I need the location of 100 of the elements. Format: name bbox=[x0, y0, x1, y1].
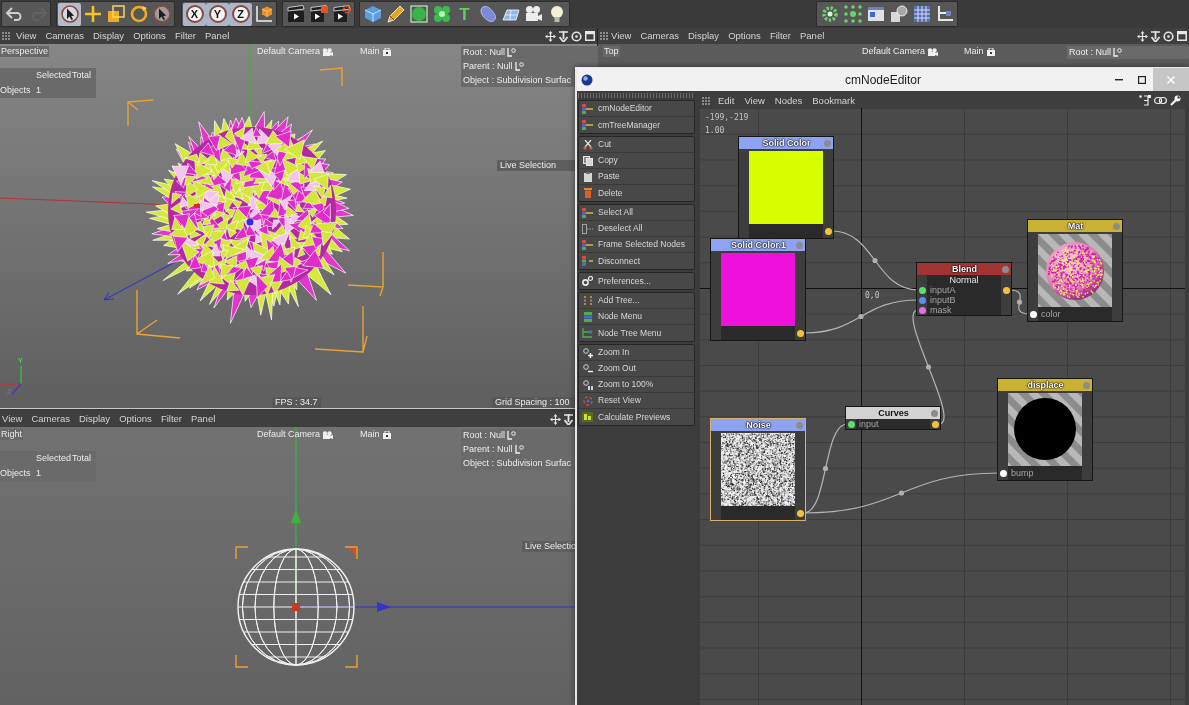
snap-button[interactable] bbox=[841, 2, 864, 26]
rotate-icon[interactable] bbox=[571, 30, 582, 42]
menu-item[interactable]: Display bbox=[78, 414, 111, 424]
sidebar-button[interactable]: Delete bbox=[579, 185, 694, 201]
axis-lock-button[interactable]: Y bbox=[206, 2, 229, 26]
camera-icon bbox=[322, 47, 334, 56]
input-port-icon[interactable] bbox=[999, 469, 1007, 477]
sidebar-button[interactable]: Deselect All bbox=[579, 221, 694, 237]
sidebar-button[interactable]: Cut bbox=[579, 137, 694, 153]
input-port-icon[interactable] bbox=[918, 306, 926, 314]
null-object-icon bbox=[1113, 48, 1123, 57]
output-port-icon[interactable] bbox=[824, 227, 832, 235]
axis-lock-button[interactable]: X bbox=[183, 2, 206, 26]
menu-item[interactable]: Panel bbox=[205, 31, 230, 41]
input-port-icon[interactable] bbox=[847, 420, 855, 428]
zoom-in-icon bbox=[582, 347, 593, 358]
arrow-down-icon[interactable] bbox=[559, 30, 568, 42]
input-port-icon[interactable] bbox=[1029, 310, 1037, 318]
arrow-down-icon[interactable] bbox=[564, 413, 573, 425]
sidebar-button[interactable]: Zoom to 100% bbox=[579, 377, 694, 393]
sidebar-button[interactable]: Zoom In bbox=[579, 345, 694, 361]
sidebar-button[interactable]: cmNodeEditor bbox=[579, 101, 694, 117]
sidebar-button[interactable]: Disconnect bbox=[579, 253, 694, 269]
menu-item[interactable]: View bbox=[2, 414, 23, 424]
sidebar-button[interactable]: Reset View bbox=[579, 393, 694, 409]
cluster-icon bbox=[432, 5, 451, 23]
menu-item[interactable]: Display bbox=[687, 31, 720, 41]
arrow-down-icon[interactable] bbox=[1151, 30, 1160, 42]
sidebar-button[interactable]: cmTreeManager bbox=[579, 117, 694, 133]
node-card[interactable]: Blend Normal inputA inputB mask bbox=[916, 262, 1012, 316]
node-card[interactable]: Mat color bbox=[1027, 219, 1123, 322]
zoom-out-icon bbox=[582, 363, 593, 374]
text-object-button[interactable]: T bbox=[453, 2, 476, 26]
selection-tool-button[interactable] bbox=[58, 2, 81, 26]
output-port-icon[interactable] bbox=[1002, 286, 1010, 294]
output-port-icon[interactable] bbox=[931, 420, 939, 428]
menu-item[interactable]: Options bbox=[728, 31, 761, 41]
link-icon[interactable] bbox=[1154, 96, 1167, 105]
menu-item[interactable]: Display bbox=[92, 31, 125, 41]
hierarchy-icon[interactable] bbox=[1139, 95, 1151, 106]
port-label: inputA bbox=[929, 285, 956, 295]
menu-item[interactable]: Nodes bbox=[774, 95, 803, 106]
sidebar-button[interactable]: Calculate Previews bbox=[579, 409, 694, 425]
origin-label: 0,0 bbox=[865, 292, 880, 300]
node-card[interactable]: displace bump bbox=[997, 378, 1093, 481]
output-port-icon[interactable] bbox=[796, 329, 804, 337]
view-name-label: Right bbox=[0, 429, 23, 440]
menu-item[interactable]: Cameras bbox=[45, 31, 84, 41]
menu-item[interactable]: Bookmark bbox=[812, 95, 856, 106]
grip-icon[interactable] bbox=[600, 32, 608, 40]
sidebar-button[interactable]: Copy bbox=[579, 153, 694, 169]
node-card[interactable]: Curves input bbox=[845, 406, 941, 430]
input-port-icon[interactable] bbox=[918, 286, 926, 294]
gear-icon bbox=[820, 5, 839, 23]
menu-item[interactable]: Panel bbox=[191, 414, 216, 424]
dotted-lines-icon bbox=[582, 295, 593, 306]
menu-item[interactable]: Filter bbox=[160, 414, 182, 424]
sidebar-button[interactable]: Paste bbox=[579, 169, 694, 185]
wrench-icon[interactable] bbox=[1170, 95, 1181, 106]
axis-lock-button[interactable]: Z bbox=[229, 2, 252, 26]
move-icon[interactable] bbox=[1137, 30, 1148, 42]
camera-label: Default Camera bbox=[257, 46, 321, 57]
move-icon[interactable] bbox=[550, 413, 561, 425]
gears-icon bbox=[582, 276, 593, 286]
camera-icon bbox=[524, 5, 543, 23]
subdivision-button[interactable] bbox=[407, 2, 430, 26]
null-object-icon bbox=[514, 62, 524, 71]
menu-item[interactable]: Filter bbox=[769, 31, 791, 41]
sidebar-button[interactable]: Select All bbox=[579, 205, 694, 221]
menu-item[interactable]: Options bbox=[133, 31, 166, 41]
trash-icon bbox=[583, 188, 592, 198]
menu-item[interactable]: Cameras bbox=[31, 414, 70, 424]
maximize-icon[interactable] bbox=[1177, 31, 1187, 41]
sidebar-button[interactable]: Node Tree Menu bbox=[579, 325, 694, 341]
sidebar-button[interactable]: Frame Selected Nodes bbox=[579, 237, 694, 253]
grip-icon[interactable] bbox=[702, 96, 710, 105]
move-icon[interactable] bbox=[545, 30, 556, 42]
output-port-icon[interactable] bbox=[796, 509, 804, 517]
sidebar-button[interactable]: Preferences... bbox=[579, 273, 694, 289]
input-port-icon[interactable] bbox=[918, 296, 926, 304]
sidebar-button[interactable]: Zoom Out bbox=[579, 361, 694, 377]
menu-item[interactable]: Edit bbox=[718, 95, 735, 106]
grid-spacing-label: Grid Spacing : 100 bbox=[492, 397, 575, 408]
node-title: Solid Color bbox=[761, 138, 812, 148]
menu-item[interactable]: Options bbox=[119, 414, 152, 424]
menu-item[interactable]: Cameras bbox=[640, 31, 679, 41]
rotate-icon[interactable] bbox=[1163, 30, 1174, 42]
menu-item[interactable]: View bbox=[16, 31, 37, 41]
menu-item[interactable]: Panel bbox=[800, 31, 825, 41]
menu-item[interactable]: View bbox=[744, 95, 765, 106]
menu-item[interactable]: Filter bbox=[174, 31, 196, 41]
grip-icon[interactable] bbox=[2, 32, 10, 40]
menu-item[interactable]: View bbox=[611, 31, 632, 41]
coordinate-icon bbox=[254, 5, 273, 23]
sidebar-button[interactable]: Node Menu bbox=[579, 309, 694, 325]
sidebar-button[interactable]: Add Tree... bbox=[579, 293, 694, 309]
bars-icon bbox=[582, 412, 593, 422]
recent-tool-button[interactable] bbox=[150, 2, 173, 26]
grip-handle[interactable] bbox=[578, 93, 695, 98]
maximize-icon[interactable] bbox=[585, 31, 595, 41]
